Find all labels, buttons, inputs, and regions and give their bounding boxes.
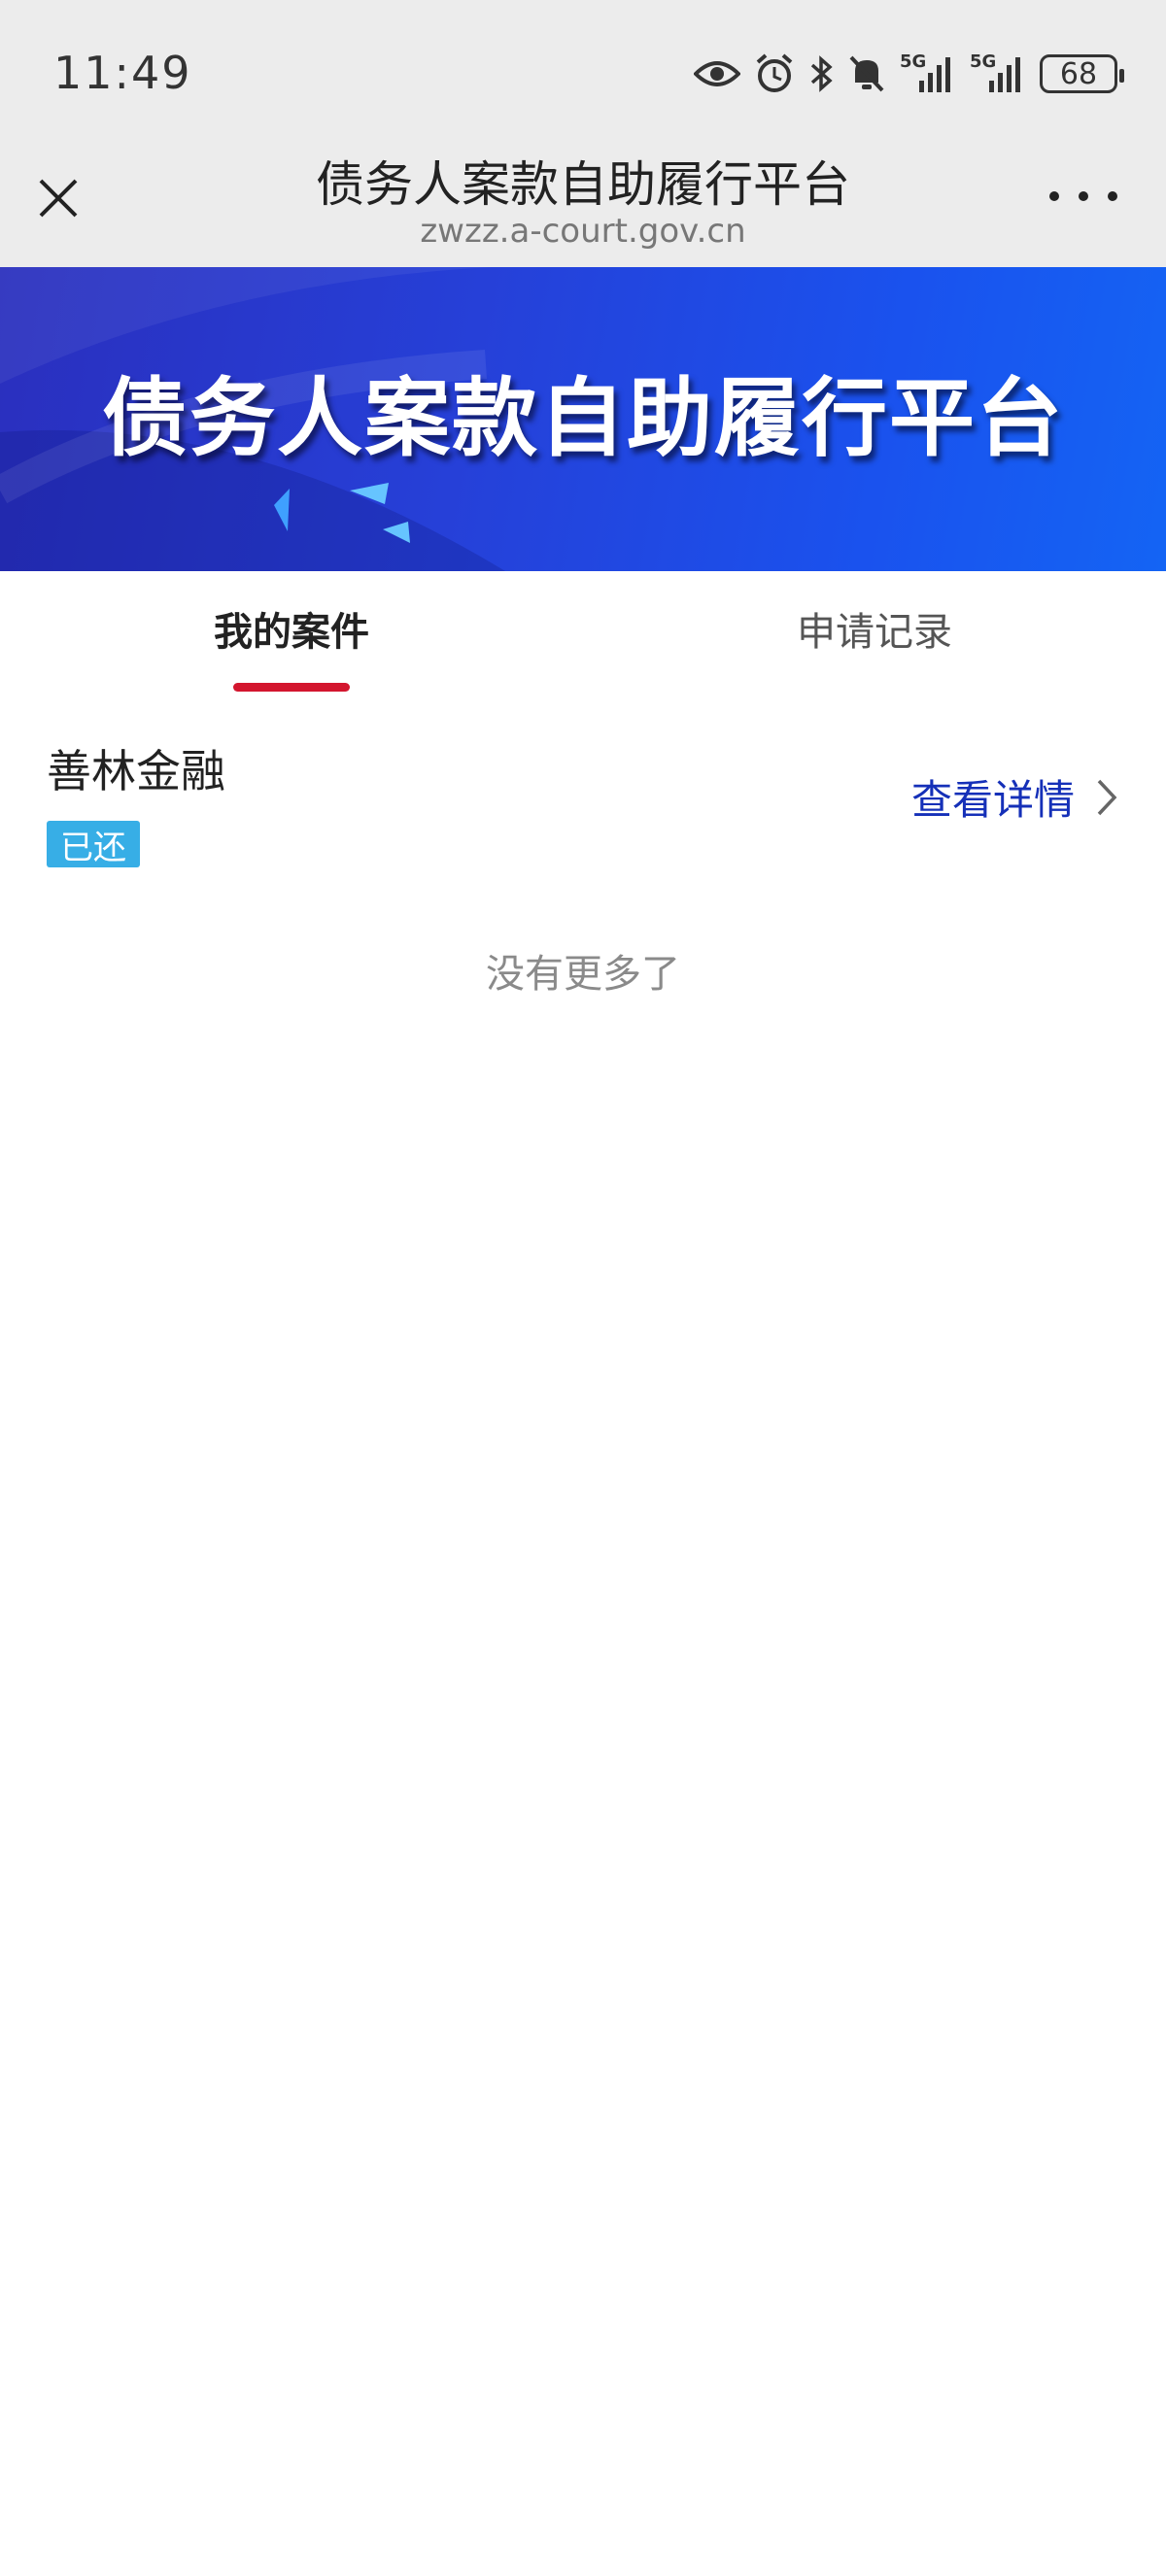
more-icon-dot xyxy=(1049,191,1059,201)
view-details-label: 查看详情 xyxy=(910,776,1075,824)
mute-icon xyxy=(847,53,886,94)
page-title: 债务人案款自助履行平台 xyxy=(316,156,850,213)
more-icon-dot xyxy=(1108,191,1117,201)
tab-bar: 我的案件 申请记录 xyxy=(0,571,1166,697)
battery-level: 68 xyxy=(1059,56,1098,91)
bluetooth-icon xyxy=(808,53,834,94)
status-icons: 5G 5G 68 xyxy=(694,51,1124,97)
status-bar: 11:49 5G 5G 68 xyxy=(0,0,1166,146)
chevron-right-icon xyxy=(1097,779,1117,815)
status-badge: 已还 xyxy=(47,821,140,867)
eye-icon xyxy=(694,58,740,89)
battery-icon: 68 xyxy=(1040,54,1124,93)
list-item[interactable]: 善林金融 已还 查看详情 xyxy=(0,719,1166,884)
signal-icon: 5G xyxy=(900,51,956,96)
view-details-link[interactable]: 查看详情 xyxy=(911,767,1117,827)
browser-header: 债务人案款自助履行平台 zwzz.a-court.gov.cn xyxy=(0,146,1166,267)
banner-title: 债务人案款自助履行平台 xyxy=(101,368,1064,468)
page-url: zwzz.a-court.gov.cn xyxy=(420,212,746,251)
alarm-icon xyxy=(754,52,795,95)
banner: 债务人案款自助履行平台 xyxy=(0,267,1166,571)
signal-icon: 5G xyxy=(970,51,1026,96)
more-icon-dot xyxy=(1079,191,1088,201)
close-button[interactable] xyxy=(27,167,89,229)
no-more-text: 没有更多了 xyxy=(486,952,680,997)
tab-application-records[interactable]: 申请记录 xyxy=(583,600,1166,657)
tab-my-cases[interactable]: 我的案件 xyxy=(0,600,583,657)
active-tab-indicator xyxy=(233,683,350,692)
close-icon xyxy=(39,179,78,218)
status-time: 11:49 xyxy=(53,47,192,99)
more-button[interactable] xyxy=(1049,186,1117,206)
case-name: 善林金融 xyxy=(47,745,225,797)
